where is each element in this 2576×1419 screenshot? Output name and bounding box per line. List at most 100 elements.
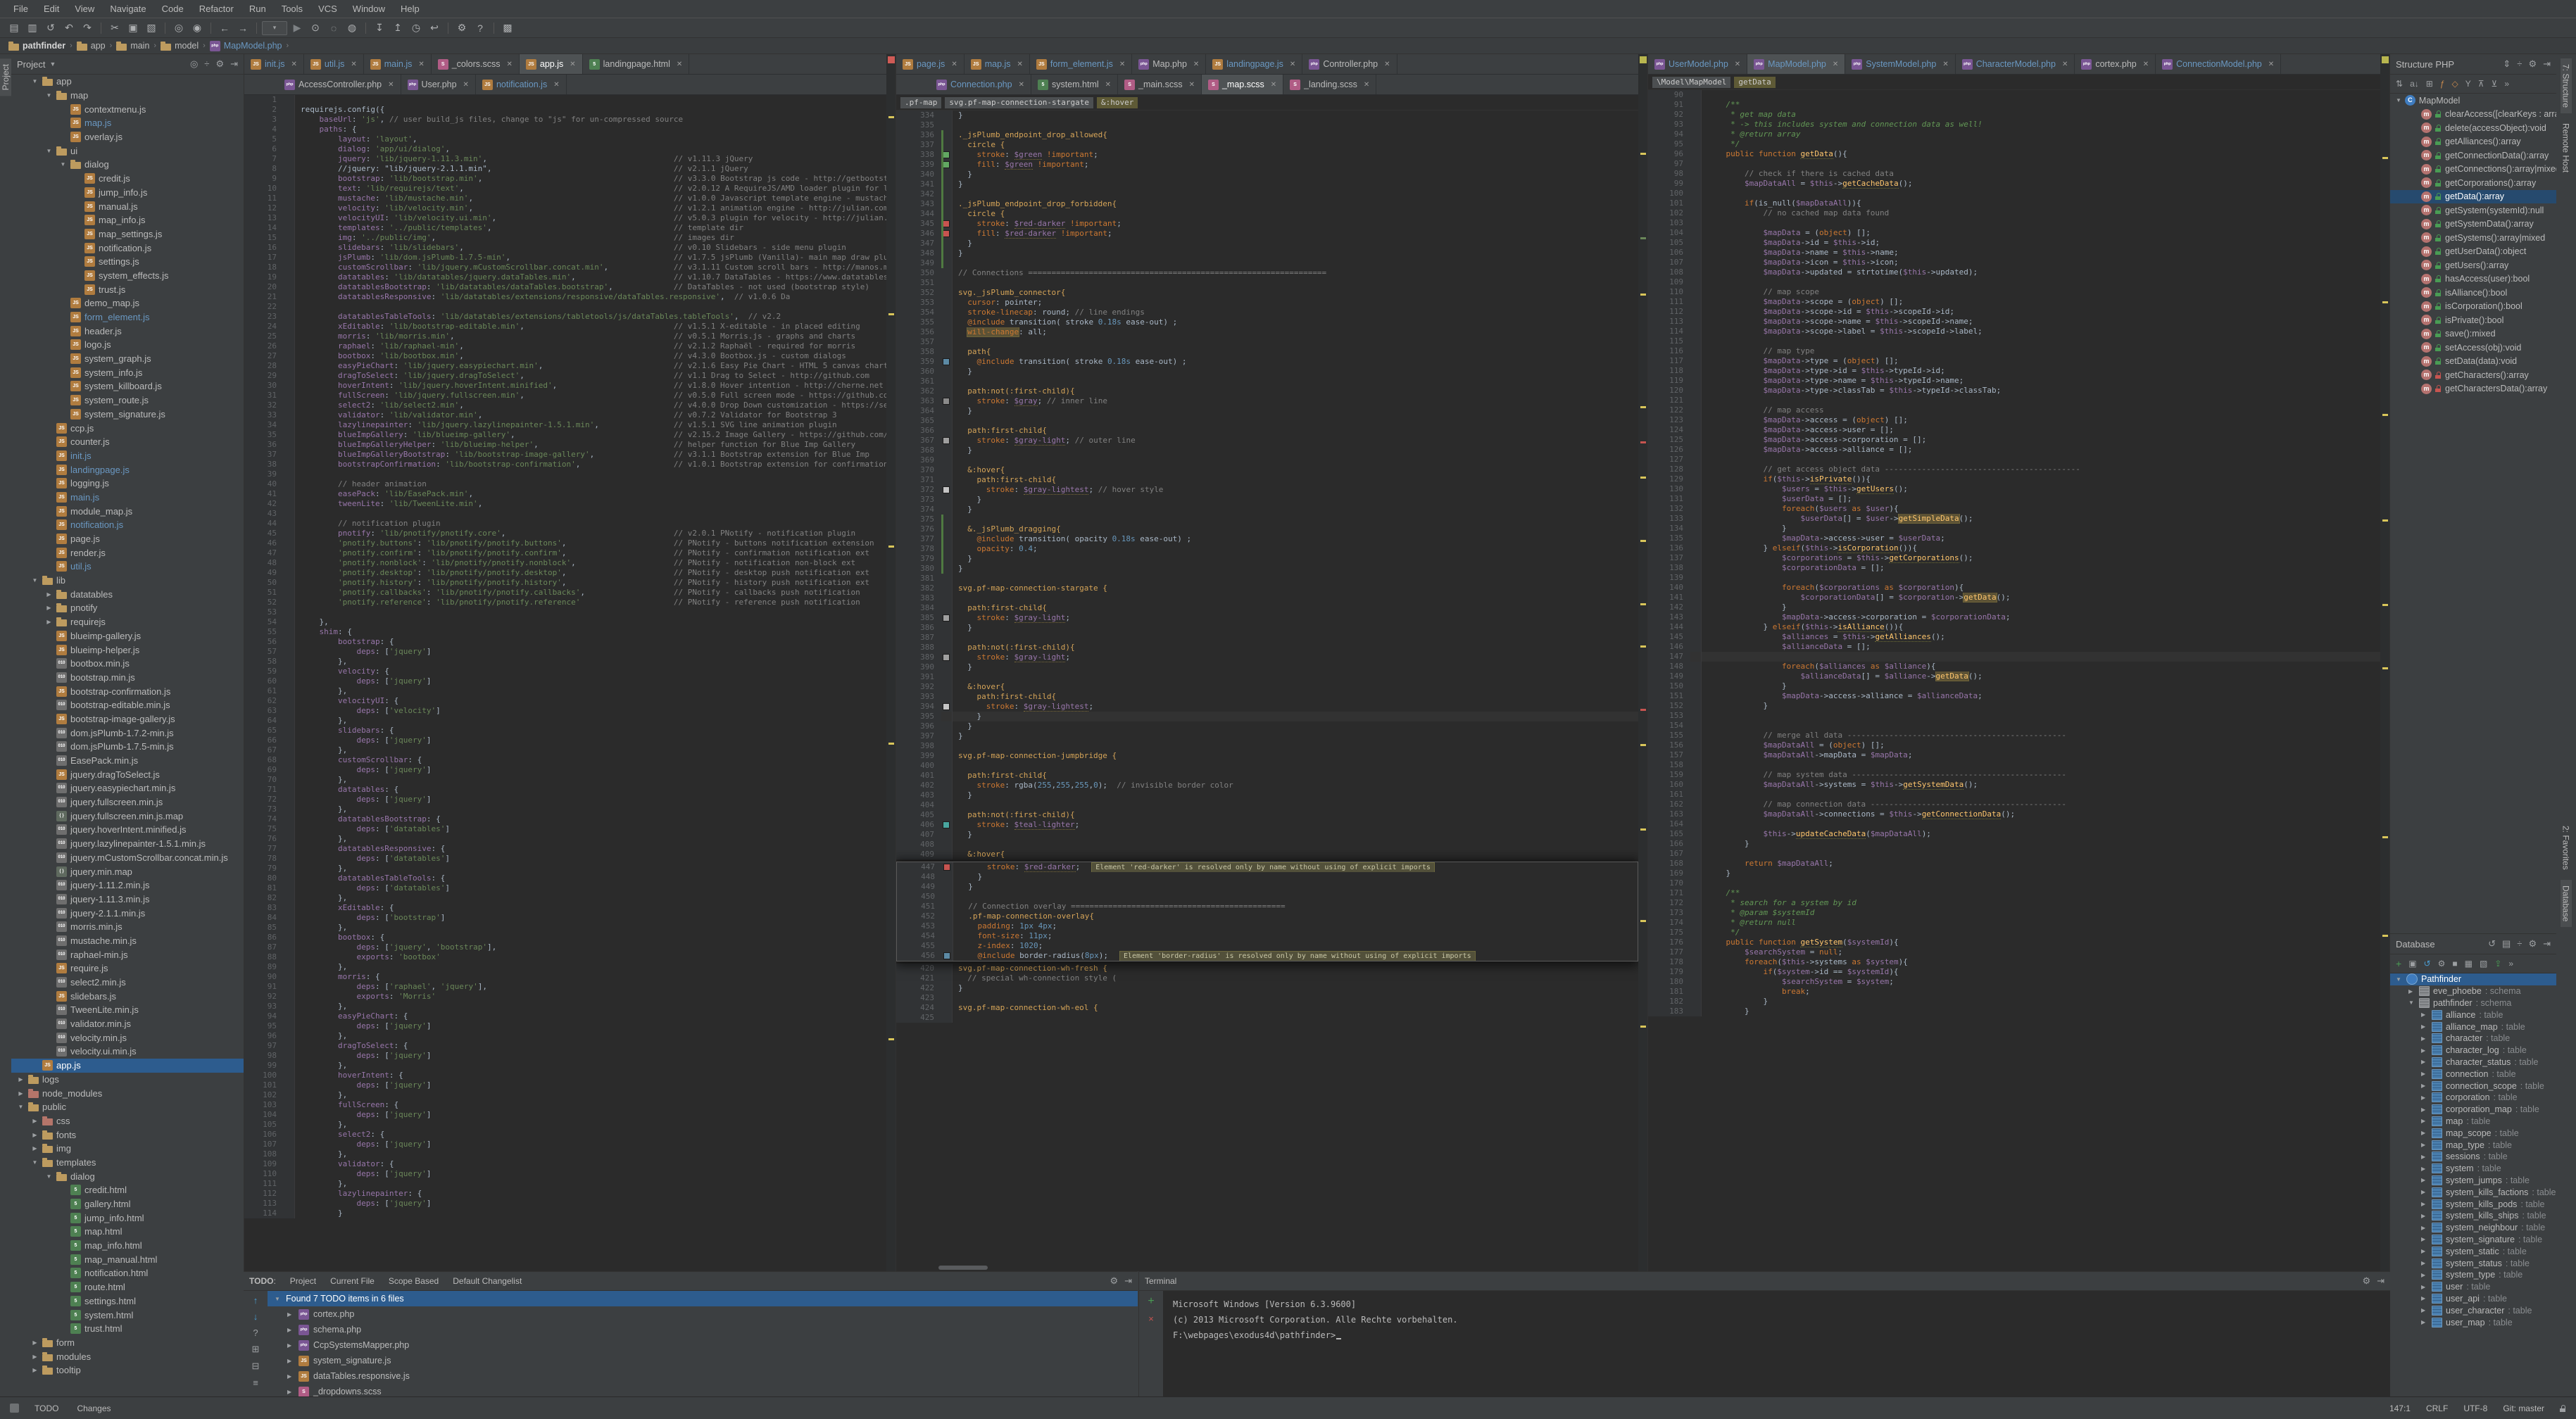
chevron-down-icon[interactable]: ▼ — [49, 61, 56, 68]
line-number[interactable]: 104 — [1648, 228, 1690, 238]
line-number[interactable]: 88 — [244, 952, 284, 962]
close-icon[interactable]: ✕ — [1019, 81, 1024, 89]
expand-arrow-icon[interactable]: ▶ — [2421, 1154, 2428, 1160]
line-number[interactable]: 425 — [896, 1013, 941, 1023]
line-number[interactable]: 5 — [244, 134, 284, 144]
db-item-user[interactable]: ▶user: table — [2390, 1281, 2556, 1293]
open-icon[interactable]: ▤ — [6, 20, 23, 36]
line-number[interactable]: 178 — [1648, 957, 1690, 967]
menu-edit[interactable]: Edit — [36, 1, 67, 16]
collapse-arrow-icon[interactable]: ▼ — [45, 148, 53, 154]
line-number[interactable]: 145 — [1648, 632, 1690, 642]
line-number[interactable]: 98 — [1648, 169, 1690, 179]
line-number[interactable]: 394 — [896, 702, 941, 712]
menu-window[interactable]: Window — [345, 1, 393, 16]
show-inherited-icon[interactable]: ⊞ — [2426, 79, 2433, 89]
tree-item-trust.js[interactable]: JStrust.js — [11, 282, 244, 296]
line-number[interactable]: 385 — [896, 613, 941, 623]
db-item-system_type[interactable]: ▶system_type: table — [2390, 1269, 2556, 1281]
editor-appjs-code-area[interactable]: 12requirejs.config({3 baseUrl: 'js', // … — [244, 95, 886, 1271]
line-number[interactable]: 6 — [244, 144, 284, 154]
line-number[interactable]: 126 — [1648, 445, 1690, 455]
close-icon[interactable]: ✕ — [951, 61, 957, 68]
line-number[interactable]: 346 — [896, 229, 941, 239]
tree-item-jquery.fullscreen.min.js[interactable]: 010jquery.fullscreen.min.js — [11, 795, 244, 809]
tree-item-EasePack.min.js[interactable]: 010EasePack.min.js — [11, 754, 244, 768]
expand-all-icon[interactable]: ⊞ — [252, 1344, 260, 1355]
db-item-character_status[interactable]: ▶character_status: table — [2390, 1057, 2556, 1068]
db-item-map_type[interactable]: ▶map_type: table — [2390, 1139, 2556, 1151]
line-number[interactable]: 41 — [244, 489, 284, 499]
menu-navigate[interactable]: Navigate — [102, 1, 153, 16]
structure-method-getData[interactable]: mgetData():array — [2390, 190, 2556, 204]
db-item-system_kills_ships[interactable]: ▶system_kills_ships: table — [2390, 1210, 2556, 1222]
locate-icon[interactable]: ◎ — [190, 58, 198, 70]
line-number[interactable]: 103 — [244, 1100, 284, 1110]
line-number[interactable]: 92 — [1648, 110, 1690, 120]
stripe-tab-remote-host[interactable]: Remote Host — [2561, 118, 2572, 178]
tree-item-requirejs[interactable]: ▶requirejs — [11, 615, 244, 629]
editor-mapscss-code-area[interactable]: 334}335336._jsPlumb_endpoint_drop_allowe… — [896, 111, 1638, 1271]
tree-item-system_route.js[interactable]: JSsystem_route.js — [11, 393, 244, 408]
line-number[interactable]: 101 — [244, 1080, 284, 1090]
close-icon[interactable]: ✕ — [1290, 61, 1295, 68]
line-number[interactable]: 110 — [244, 1169, 284, 1179]
line-number[interactable]: 61 — [244, 686, 284, 696]
menu-code[interactable]: Code — [154, 1, 191, 16]
structure-method-isCorporation[interactable]: misCorporation():bool — [2390, 300, 2556, 314]
tree-item-TweenLite.min.js[interactable]: 010TweenLite.min.js — [11, 1003, 244, 1017]
line-number[interactable]: 384 — [896, 603, 941, 613]
line-number[interactable]: 399 — [896, 751, 941, 761]
line-number[interactable]: 48 — [244, 558, 284, 568]
tree-item-counter.js[interactable]: JScounter.js — [11, 435, 244, 449]
db-item-user_api[interactable]: ▶user_api: table — [2390, 1293, 2556, 1305]
tab-Connection.php[interactable]: phpConnection.php✕ — [930, 75, 1031, 94]
line-number[interactable]: 102 — [244, 1090, 284, 1100]
line-number[interactable]: 51 — [244, 588, 284, 598]
db-item-corporation[interactable]: ▶corporation: table — [2390, 1092, 2556, 1104]
tree-item-gallery.html[interactable]: 5gallery.html — [11, 1197, 244, 1211]
expand-arrow-icon[interactable]: ▶ — [2408, 988, 2415, 995]
line-number[interactable]: 139 — [1648, 573, 1690, 583]
tab-ConnectionModel.php[interactable]: phpConnectionModel.php✕ — [2156, 54, 2281, 74]
tree-item-public[interactable]: ▼public — [11, 1100, 244, 1114]
db-item-system_status[interactable]: ▶system_status: table — [2390, 1257, 2556, 1269]
todo-tab-project[interactable]: Project — [283, 1274, 323, 1288]
tree-item-templates[interactable]: ▼templates — [11, 1156, 244, 1170]
breadcrumb-chip[interactable]: &:hover — [1097, 97, 1138, 108]
close-icon[interactable]: ✕ — [1017, 61, 1023, 68]
tree-item-map.js[interactable]: JSmap.js — [11, 116, 244, 130]
db-item-system_neighbour[interactable]: ▶system_neighbour: table — [2390, 1222, 2556, 1234]
line-number[interactable]: 408 — [896, 840, 941, 850]
menu-refactor[interactable]: Refactor — [191, 1, 241, 16]
line-number[interactable]: 367 — [896, 436, 941, 446]
db-item-alliance_map[interactable]: ▶alliance_map: table — [2390, 1021, 2556, 1033]
line-number[interactable]: 131 — [1648, 494, 1690, 504]
line-number[interactable]: 42 — [244, 499, 284, 509]
hide-panel-icon[interactable]: ⇥ — [2543, 938, 2551, 950]
line-number[interactable]: 340 — [896, 170, 941, 179]
line-number[interactable]: 29 — [244, 371, 284, 381]
line-number[interactable]: 390 — [896, 662, 941, 672]
line-number[interactable]: 162 — [1648, 800, 1690, 809]
line-number[interactable]: 95 — [244, 1021, 284, 1031]
line-number[interactable]: 159 — [1648, 770, 1690, 780]
collapse-all-icon[interactable]: ÷ — [204, 58, 209, 70]
line-number[interactable]: 180 — [1648, 977, 1690, 987]
line-number[interactable]: 406 — [896, 820, 941, 830]
line-number[interactable]: 391 — [896, 672, 941, 682]
line-number[interactable]: 99 — [244, 1061, 284, 1071]
tree-item-slidebars.js[interactable]: JSslidebars.js — [11, 989, 244, 1003]
line-number[interactable]: 118 — [1648, 366, 1690, 376]
line-number[interactable]: 130 — [1648, 484, 1690, 494]
structure-method-getConnections[interactable]: mgetConnections():array|mixed — [2390, 163, 2556, 177]
expand-arrow-icon[interactable]: ▶ — [287, 1311, 294, 1318]
tree-item-jquery.lazylinepainter-1.5.1.min.js[interactable]: 010jquery.lazylinepainter-1.5.1.min.js — [11, 837, 244, 851]
gear-icon[interactable]: ⚙ — [2362, 1275, 2370, 1287]
vcs-commit-icon[interactable]: ↥ — [389, 20, 406, 36]
console-icon[interactable]: ▧ — [2480, 959, 2487, 969]
tree-item-notification.html[interactable]: 5notification.html — [11, 1266, 244, 1280]
expand-arrow-icon[interactable]: ▶ — [2421, 1011, 2428, 1018]
line-number[interactable]: 123 — [1648, 415, 1690, 425]
tab-CharacterModel.php[interactable]: phpCharacterModel.php✕ — [1956, 54, 2075, 74]
